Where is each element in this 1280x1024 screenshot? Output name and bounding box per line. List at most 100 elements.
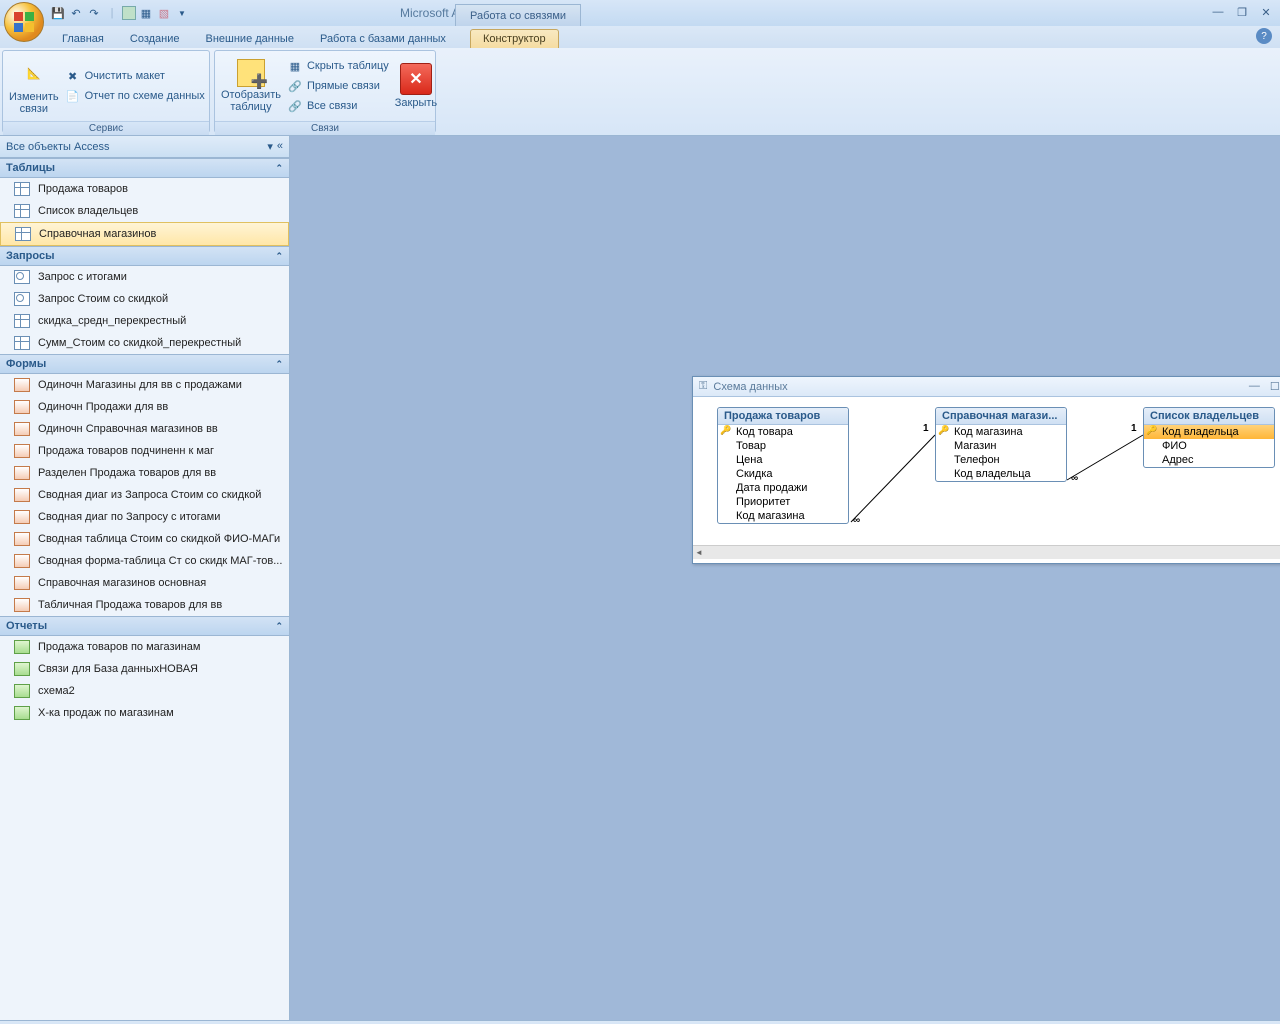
nav-item-query[interactable]: Запрос с итогами bbox=[0, 266, 289, 288]
dropdown-icon[interactable]: ▾ bbox=[267, 140, 273, 153]
nav-item-form[interactable]: Табличная Продажа товаров для вв bbox=[0, 594, 289, 616]
close-icon[interactable]: ✕ bbox=[1258, 4, 1274, 20]
nav-item-form[interactable]: Одиночн Продажи для вв bbox=[0, 396, 289, 418]
form-icon bbox=[14, 378, 30, 392]
redo-icon[interactable]: ↷ bbox=[86, 5, 102, 21]
all-links-button[interactable]: 🔗Все связи bbox=[285, 97, 391, 115]
nav-item-form[interactable]: Сводная диаг из Запроса Стоим со скидкой bbox=[0, 484, 289, 506]
chevron-up-icon: ⌃ bbox=[275, 251, 283, 262]
table-box[interactable]: Справочная магази... Код магазина Магази… bbox=[935, 407, 1067, 482]
tab-home[interactable]: Главная bbox=[50, 30, 116, 48]
nav-item-form[interactable]: Сводная форма-таблица Ст со скидк МАГ-то… bbox=[0, 550, 289, 572]
hide-table-button[interactable]: ▦Скрыть таблицу bbox=[285, 57, 391, 75]
form-icon bbox=[14, 422, 30, 436]
tab-external[interactable]: Внешние данные bbox=[194, 30, 306, 48]
minimize-icon[interactable]: — bbox=[1249, 380, 1260, 393]
nav-item-form[interactable]: Сводная таблица Стоим со скидкой ФИО-МАГ… bbox=[0, 528, 289, 550]
horizontal-scrollbar[interactable] bbox=[693, 545, 1280, 559]
table-box[interactable]: Продажа товаров Код товара Товар Цена Ск… bbox=[717, 407, 849, 524]
report-icon bbox=[14, 662, 30, 676]
table-icon bbox=[15, 227, 31, 241]
crosstab-icon bbox=[14, 314, 30, 328]
clear-icon: ✖ bbox=[65, 68, 81, 84]
save-icon[interactable]: 💾 bbox=[50, 5, 66, 21]
form-icon bbox=[14, 400, 30, 414]
office-button[interactable] bbox=[4, 2, 44, 42]
edit-relationships-button[interactable]: 📐 Изменить связи bbox=[9, 53, 59, 119]
nav-item-form[interactable]: Одиночн Магазины для вв с продажами bbox=[0, 374, 289, 396]
form-icon bbox=[14, 598, 30, 612]
tab-dbtools[interactable]: Работа с базами данных bbox=[308, 30, 458, 48]
group-label-links: Связи bbox=[215, 121, 435, 135]
crosstab-icon bbox=[14, 336, 30, 350]
relationship-report-button[interactable]: 📄Отчет по схеме данных bbox=[63, 87, 207, 105]
table-box[interactable]: Список владельцев Код владельца ФИО Адре… bbox=[1143, 407, 1275, 468]
cardinality-many: ∞ bbox=[1071, 473, 1078, 484]
show-table-icon: ➕ bbox=[237, 59, 265, 87]
cardinality-many: ∞ bbox=[853, 515, 860, 526]
table-icon bbox=[14, 182, 30, 196]
collapse-icon[interactable]: « bbox=[277, 140, 283, 153]
nav-category-queries[interactable]: Запросы⌃ bbox=[0, 246, 289, 266]
nav-item-table[interactable]: Справочная магазинов bbox=[0, 222, 289, 246]
table-icon bbox=[14, 204, 30, 218]
cardinality-one: 1 bbox=[923, 423, 929, 434]
nav-header[interactable]: Все объекты Access ▾« bbox=[0, 136, 289, 158]
workspace: ⚿ Схема данных — ☐ ✕ 1 ∞ 1 ∞ Продажа то bbox=[290, 136, 1280, 1020]
qat-button[interactable]: ▧ bbox=[156, 5, 172, 21]
form-icon bbox=[14, 488, 30, 502]
show-table-button[interactable]: ➕ Отобразить таблицу bbox=[221, 53, 281, 119]
navigation-pane: Все объекты Access ▾« Таблицы⌃ Продажа т… bbox=[0, 136, 290, 1020]
qat-button[interactable]: ▦ bbox=[138, 5, 154, 21]
chevron-up-icon: ⌃ bbox=[275, 163, 283, 174]
nav-item-table[interactable]: Список владельцев bbox=[0, 200, 289, 222]
form-icon bbox=[14, 466, 30, 480]
nav-item-report[interactable]: схема2 bbox=[0, 680, 289, 702]
chevron-up-icon: ⌃ bbox=[275, 621, 283, 632]
cardinality-one: 1 bbox=[1131, 423, 1137, 434]
context-tab-title: Работа со связями bbox=[455, 4, 581, 26]
nav-item-form[interactable]: Справочная магазинов основная bbox=[0, 572, 289, 594]
form-icon bbox=[14, 576, 30, 590]
restore-icon[interactable]: ❐ bbox=[1234, 4, 1250, 20]
nav-item-query[interactable]: скидка_средн_перекрестный bbox=[0, 310, 289, 332]
form-icon bbox=[14, 532, 30, 546]
minimize-icon[interactable]: — bbox=[1210, 4, 1226, 20]
close-button[interactable]: ✕ Закрыть bbox=[395, 53, 437, 119]
nav-category-tables[interactable]: Таблицы⌃ bbox=[0, 158, 289, 178]
report-icon bbox=[14, 706, 30, 720]
tab-design[interactable]: Конструктор bbox=[470, 29, 559, 48]
hide-icon: ▦ bbox=[287, 58, 303, 74]
query-icon bbox=[14, 270, 30, 284]
nav-item-form[interactable]: Продажа товаров подчиненн к маг bbox=[0, 440, 289, 462]
qat-button[interactable] bbox=[122, 6, 136, 20]
nav-category-reports[interactable]: Отчеты⌃ bbox=[0, 616, 289, 636]
nav-item-form[interactable]: Сводная диаг по Запросу с итогами bbox=[0, 506, 289, 528]
direct-icon: 🔗 bbox=[287, 78, 303, 94]
nav-item-query[interactable]: Запрос Стоим со скидкой bbox=[0, 288, 289, 310]
nav-item-report[interactable]: Х-ка продаж по магазинам bbox=[0, 702, 289, 724]
form-icon bbox=[14, 444, 30, 458]
all-links-icon: 🔗 bbox=[287, 98, 303, 114]
nav-item-table[interactable]: Продажа товаров bbox=[0, 178, 289, 200]
nav-item-report[interactable]: Продажа товаров по магазинам bbox=[0, 636, 289, 658]
close-x-icon: ✕ bbox=[400, 63, 432, 95]
direct-links-button[interactable]: 🔗Прямые связи bbox=[285, 77, 391, 95]
nav-item-report[interactable]: Связи для База данныхНОВАЯ bbox=[0, 658, 289, 680]
undo-icon[interactable]: ↶ bbox=[68, 5, 84, 21]
schema-icon: ⚿ bbox=[699, 380, 707, 393]
relationships-window[interactable]: ⚿ Схема данных — ☐ ✕ 1 ∞ 1 ∞ Продажа то bbox=[692, 376, 1280, 564]
nav-item-query[interactable]: Сумм_Стоим со скидкой_перекрестный bbox=[0, 332, 289, 354]
tab-create[interactable]: Создание bbox=[118, 30, 192, 48]
query-icon bbox=[14, 292, 30, 306]
qat-more-icon[interactable]: ▼ bbox=[174, 5, 190, 21]
group-label-service: Сервис bbox=[3, 121, 209, 135]
window-title: Схема данных bbox=[713, 381, 787, 393]
nav-category-forms[interactable]: Формы⌃ bbox=[0, 354, 289, 374]
help-icon[interactable]: ? bbox=[1256, 28, 1272, 44]
maximize-icon[interactable]: ☐ bbox=[1270, 380, 1280, 393]
clear-layout-button[interactable]: ✖Очистить макет bbox=[63, 67, 207, 85]
report-icon bbox=[14, 640, 30, 654]
nav-item-form[interactable]: Одиночн Справочная магазинов вв bbox=[0, 418, 289, 440]
nav-item-form[interactable]: Разделен Продажа товаров для вв bbox=[0, 462, 289, 484]
